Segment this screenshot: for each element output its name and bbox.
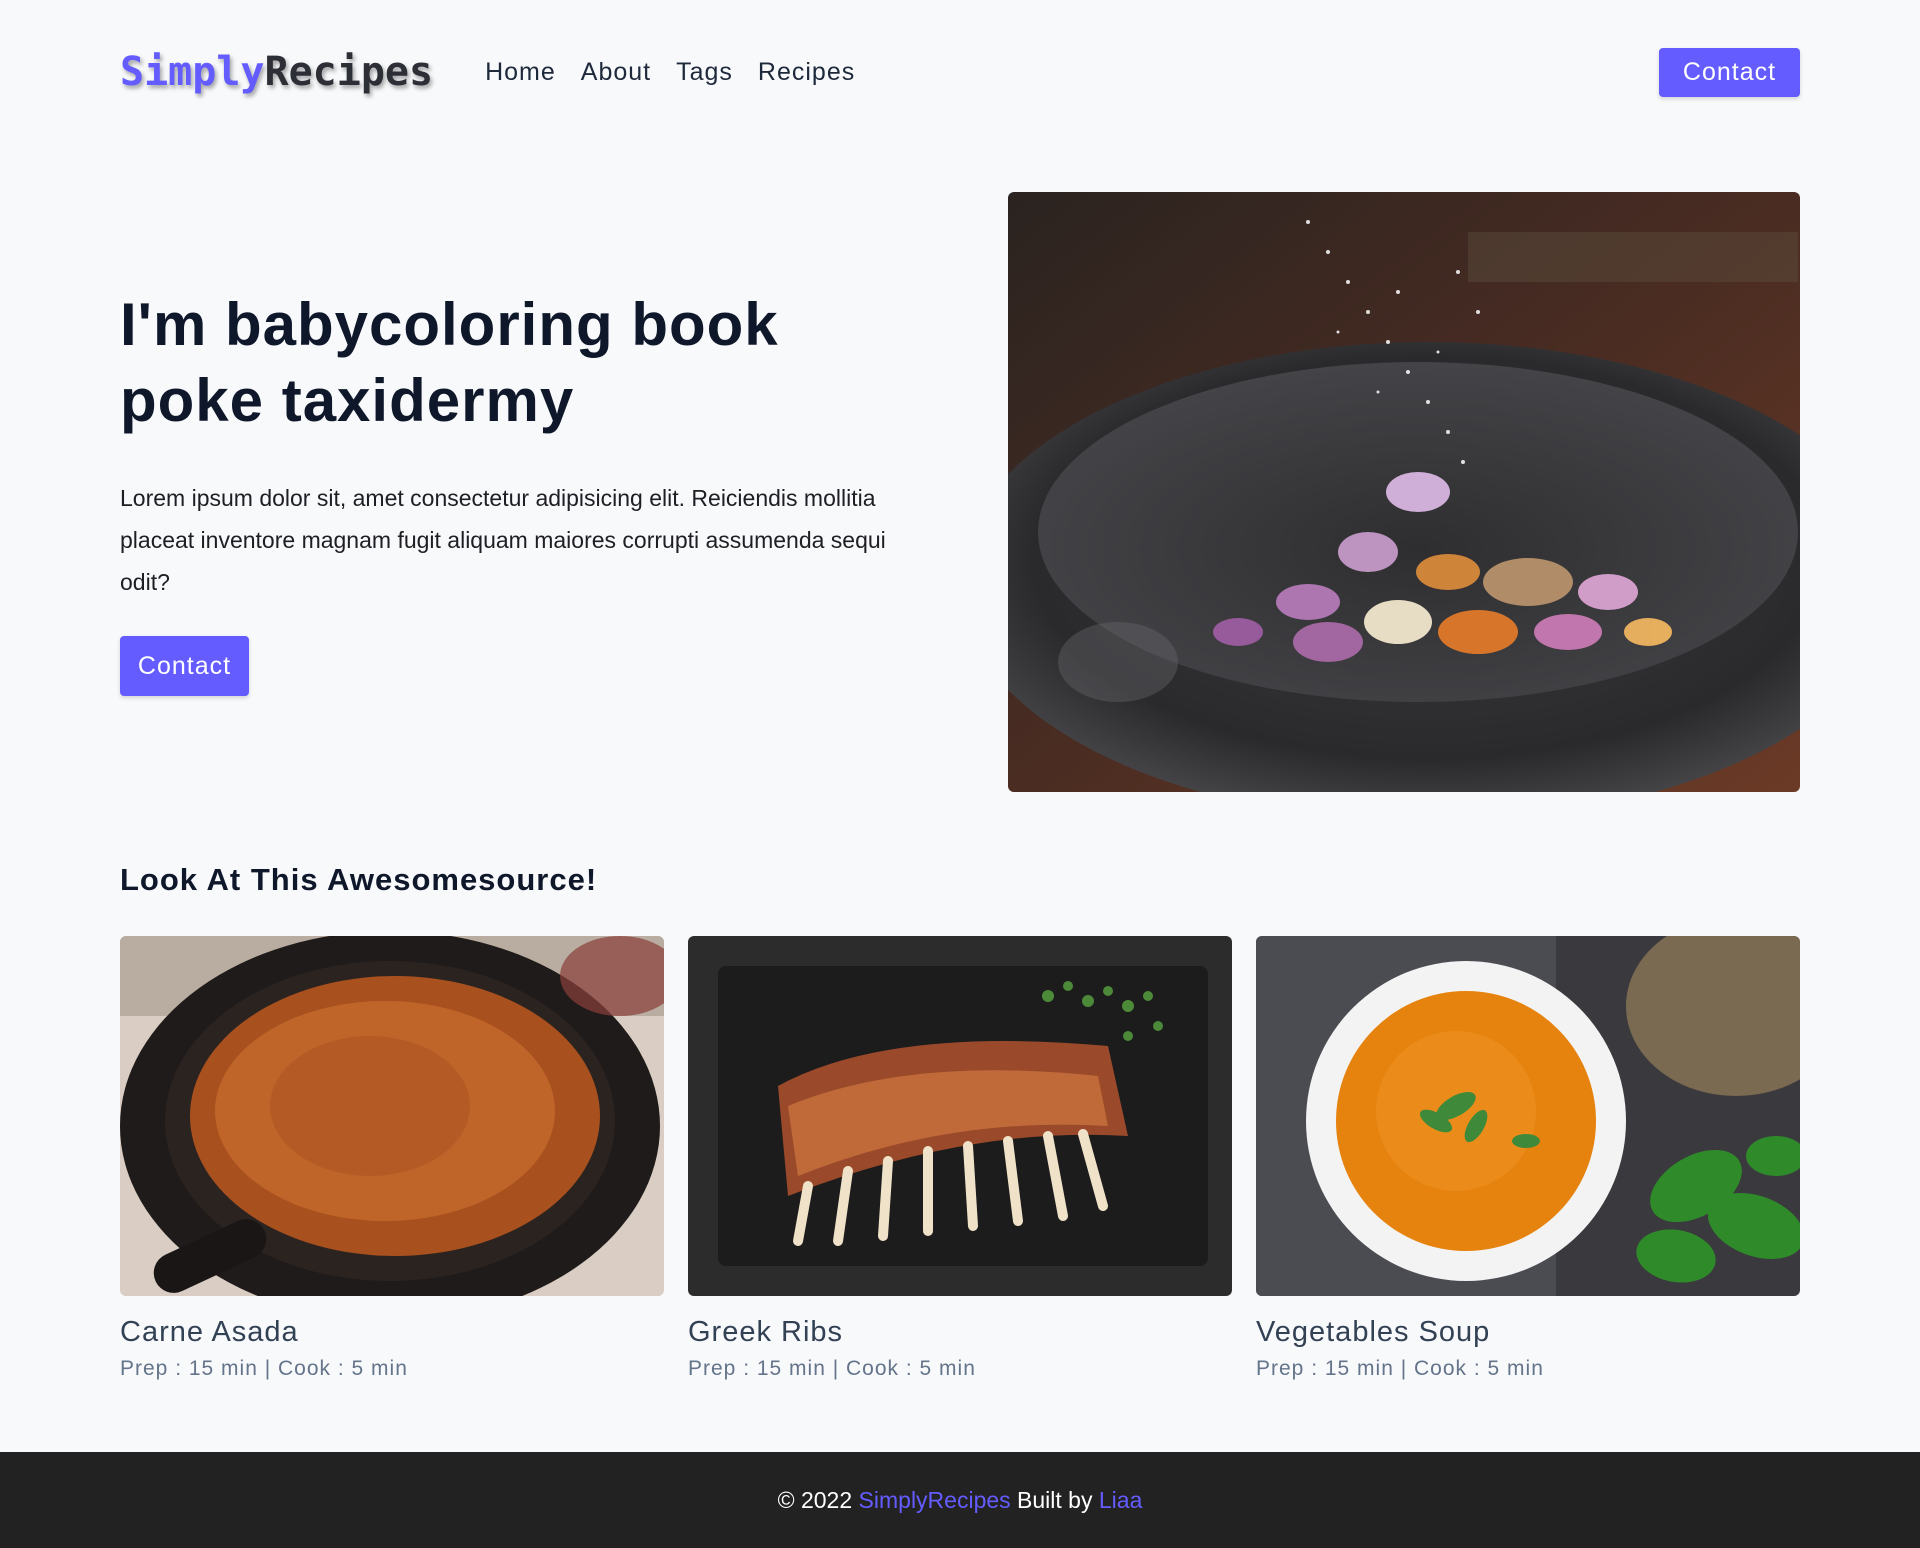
footer: © 2022 SimplyRecipes Built by Liaa: [0, 1452, 1920, 1548]
section-title: Look At This Awesomesource!: [120, 862, 598, 897]
recipe-card[interactable]: Vegetables Soup Prep : 15 min | Cook : 5…: [1256, 936, 1800, 1381]
footer-author-link[interactable]: Liaa: [1099, 1487, 1142, 1514]
nav-link-recipes[interactable]: Recipes: [758, 58, 855, 87]
nav-link-about[interactable]: About: [581, 58, 651, 87]
hero-section: I'm babycoloring book poke taxidermy Lor…: [120, 192, 1800, 792]
recipe-meta: Prep : 15 min | Cook : 5 min: [688, 1357, 976, 1380]
footer-built-by: Built by: [1010, 1486, 1099, 1513]
navbar: SimplyRecipes Home About Tags Recipes Co…: [120, 44, 1800, 100]
footer-copyright: © 2022: [777, 1486, 859, 1513]
hero-text: Lorem ipsum dolor sit, amet consectetur …: [120, 485, 886, 595]
recipe-title[interactable]: Greek Ribs: [688, 1316, 1232, 1349]
recipe-image-greek-ribs[interactable]: [688, 936, 1232, 1296]
recipe-title[interactable]: Carne Asada: [120, 1316, 664, 1349]
logo[interactable]: SimplyRecipes: [120, 49, 433, 95]
nav-contact-button[interactable]: Contact: [1659, 47, 1800, 97]
logo-simply: Simply: [120, 49, 265, 95]
recipe-title[interactable]: Vegetables Soup: [1256, 1316, 1800, 1349]
nav-link-home[interactable]: Home: [485, 58, 556, 87]
recipe-image-vegetables-soup[interactable]: [1256, 936, 1800, 1296]
recipe-image-carne-asada[interactable]: [120, 936, 664, 1296]
nav-link-tags[interactable]: Tags: [676, 58, 733, 87]
footer-brand-link[interactable]: SimplyRecipes: [859, 1487, 1011, 1514]
hero-title: I'm babycoloring book poke taxidermy: [120, 291, 779, 434]
recipe-meta: Prep : 15 min | Cook : 5 min: [120, 1357, 408, 1380]
recipe-card[interactable]: Carne Asada Prep : 15 min | Cook : 5 min: [120, 936, 664, 1381]
hero-contact-button[interactable]: Contact: [120, 636, 249, 696]
recipe-meta: Prep : 15 min | Cook : 5 min: [1256, 1357, 1544, 1380]
logo-recipes: Recipes: [264, 49, 434, 95]
recipe-cards: Carne Asada Prep : 15 min | Cook : 5 min: [120, 936, 1800, 1381]
recipe-card[interactable]: Greek Ribs Prep : 15 min | Cook : 5 min: [688, 936, 1232, 1381]
nav-links: Home About Tags Recipes: [485, 58, 880, 87]
hero-image: [1008, 192, 1800, 792]
